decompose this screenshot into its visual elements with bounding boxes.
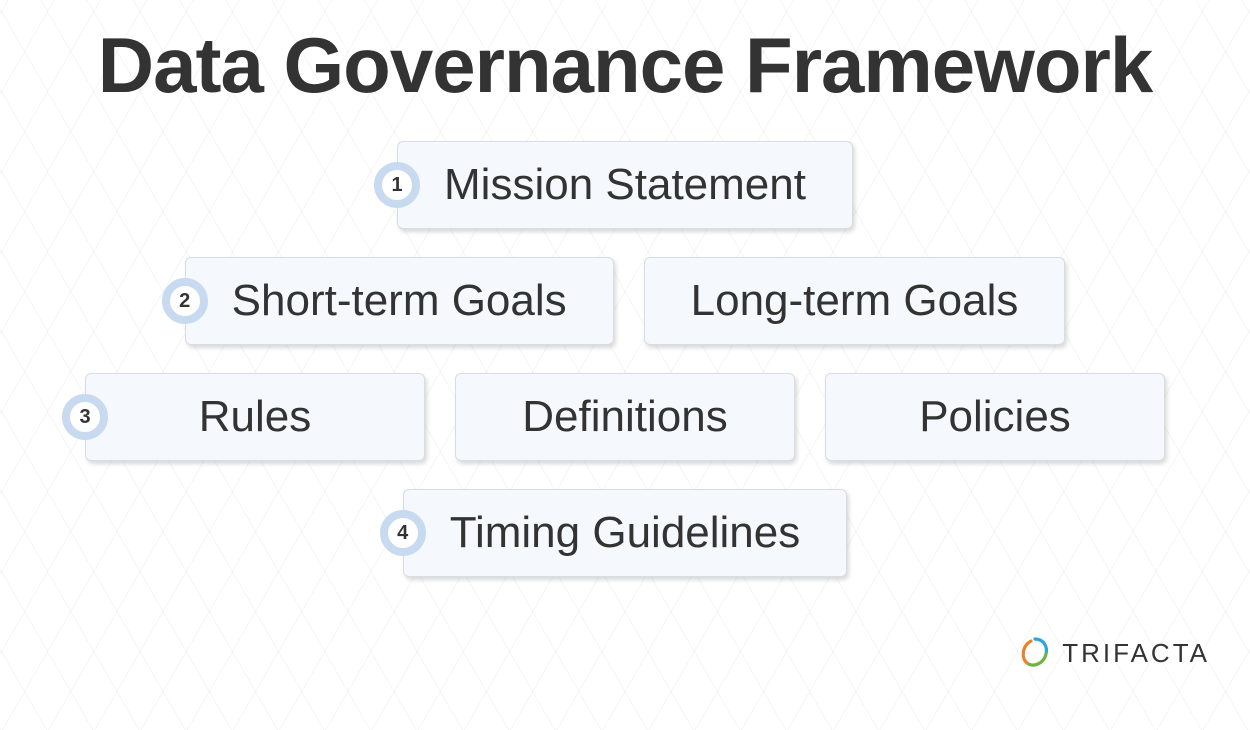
badge-4: 4 (380, 510, 426, 556)
badge-1: 1 (374, 162, 420, 208)
page-title: Data Governance Framework (30, 20, 1220, 111)
trifacta-icon (1018, 636, 1052, 670)
brand-name: TRIFACTA (1062, 638, 1210, 669)
card-timing-guidelines-wrap: 4 Timing Guidelines (403, 489, 848, 577)
card-mission-statement-wrap: 1 Mission Statement (397, 141, 853, 229)
card-rules: Rules (85, 373, 425, 461)
card-mission-statement: Mission Statement (397, 141, 853, 229)
row-3: 3 Rules Definitions Policies (30, 373, 1220, 461)
badge-2: 2 (162, 278, 208, 324)
card-short-term-goals: Short-term Goals (185, 257, 614, 345)
card-policies: Policies (825, 373, 1165, 461)
card-timing-guidelines: Timing Guidelines (403, 489, 848, 577)
card-short-term-goals-wrap: 2 Short-term Goals (185, 257, 614, 345)
badge-3: 3 (62, 394, 108, 440)
card-rules-wrap: 3 Rules (85, 373, 425, 461)
row-4: 4 Timing Guidelines (30, 489, 1220, 577)
brand-logo: TRIFACTA (1018, 636, 1210, 670)
diagram-container: Data Governance Framework 1 Mission Stat… (0, 0, 1250, 625)
row-2: 2 Short-term Goals Long-term Goals (30, 257, 1220, 345)
row-1: 1 Mission Statement (30, 141, 1220, 229)
card-definitions: Definitions (455, 373, 795, 461)
card-long-term-goals: Long-term Goals (644, 257, 1066, 345)
